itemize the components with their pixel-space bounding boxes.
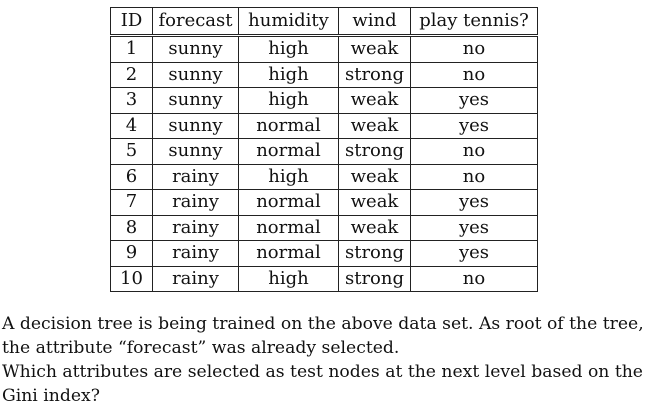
table-cell-forecast: sunny xyxy=(152,138,239,165)
table-cell-play-tennis: yes xyxy=(410,87,538,114)
table-cell-forecast: sunny xyxy=(152,87,239,114)
table-header-row: ID forecast humidity wind play tennis? xyxy=(110,7,538,37)
table-cell-humidity: normal xyxy=(238,138,339,165)
table-cell-forecast: rainy xyxy=(152,240,239,267)
table-row: 10 rainy high strong no xyxy=(110,265,538,292)
table-cell-id: 10 xyxy=(110,265,153,292)
table-cell-forecast: sunny xyxy=(152,112,239,139)
table-cell-id: 7 xyxy=(110,189,153,216)
table-cell-id: 2 xyxy=(110,61,153,88)
table-cell-play-tennis: yes xyxy=(410,189,538,216)
table-cell-humidity: high xyxy=(238,35,339,63)
table-cell-wind: weak xyxy=(338,214,411,241)
table-cell-play-tennis: yes xyxy=(410,214,538,241)
table-cell-play-tennis: no xyxy=(410,35,538,63)
table-cell-play-tennis: no xyxy=(410,61,538,88)
table-row: 7 rainy normal weak yes xyxy=(110,189,538,216)
table-cell-humidity: normal xyxy=(238,240,339,267)
table-cell-humidity: normal xyxy=(238,214,339,241)
column-header-forecast: forecast xyxy=(152,7,239,37)
table-cell-wind: weak xyxy=(338,35,411,63)
table-cell-wind: strong xyxy=(338,138,411,165)
table-cell-humidity: normal xyxy=(238,112,339,139)
table-cell-humidity: high xyxy=(238,61,339,88)
table-cell-play-tennis: no xyxy=(410,138,538,165)
table-row: 9 rainy normal strong yes xyxy=(110,240,538,267)
table-row: 1 sunny high weak no xyxy=(110,35,538,63)
table-cell-humidity: high xyxy=(238,265,339,292)
table-row: 5 sunny normal strong no xyxy=(110,138,538,165)
table-cell-id: 9 xyxy=(110,240,153,267)
table-cell-wind: strong xyxy=(338,240,411,267)
table-cell-forecast: rainy xyxy=(152,214,239,241)
column-header-humidity: humidity xyxy=(238,7,339,37)
question-text: A decision tree is being trained on the … xyxy=(2,312,662,408)
table-cell-wind: weak xyxy=(338,189,411,216)
table-cell-forecast: sunny xyxy=(152,61,239,88)
table-cell-id: 6 xyxy=(110,163,153,190)
table-cell-wind: strong xyxy=(338,265,411,292)
table-body: 1 sunny high weak no 2 sunny high strong no 3 sunny… xyxy=(110,35,538,292)
table-row: 8 rainy normal weak yes xyxy=(110,214,538,241)
column-header-play-tennis: play tennis? xyxy=(410,7,538,37)
table-cell-forecast: rainy xyxy=(152,163,239,190)
table-cell-forecast: rainy xyxy=(152,189,239,216)
table-cell-wind: strong xyxy=(338,61,411,88)
table-row: 4 sunny normal weak yes xyxy=(110,112,538,139)
table-cell-wind: weak xyxy=(338,163,411,190)
table-cell-wind: weak xyxy=(338,112,411,139)
table-row: 6 rainy high weak no xyxy=(110,163,538,190)
table-cell-play-tennis: no xyxy=(410,265,538,292)
table-cell-humidity: high xyxy=(238,163,339,190)
data-table-container: ID forecast humidity wind play tennis? 1… xyxy=(110,7,538,292)
table-cell-wind: weak xyxy=(338,87,411,114)
table-cell-id: 4 xyxy=(110,112,153,139)
data-table: ID forecast humidity wind play tennis? 1… xyxy=(110,7,538,292)
column-header-id: ID xyxy=(110,7,153,37)
table-cell-forecast: rainy xyxy=(152,265,239,292)
table-cell-id: 5 xyxy=(110,138,153,165)
table-cell-id: 8 xyxy=(110,214,153,241)
table-cell-play-tennis: no xyxy=(410,163,538,190)
table-cell-forecast: sunny xyxy=(152,35,239,63)
table-cell-humidity: high xyxy=(238,87,339,114)
question-paragraph-prompt: Which attributes are selected as test no… xyxy=(2,362,643,406)
table-cell-id: 3 xyxy=(110,87,153,114)
table-cell-play-tennis: yes xyxy=(410,112,538,139)
table-row: 2 sunny high strong no xyxy=(110,61,538,88)
column-header-wind: wind xyxy=(338,7,411,37)
table-row: 3 sunny high weak yes xyxy=(110,87,538,114)
question-paragraph-context: A decision tree is being trained on the … xyxy=(2,314,644,358)
table-cell-id: 1 xyxy=(110,35,153,63)
table-cell-humidity: normal xyxy=(238,189,339,216)
table-cell-play-tennis: yes xyxy=(410,240,538,267)
